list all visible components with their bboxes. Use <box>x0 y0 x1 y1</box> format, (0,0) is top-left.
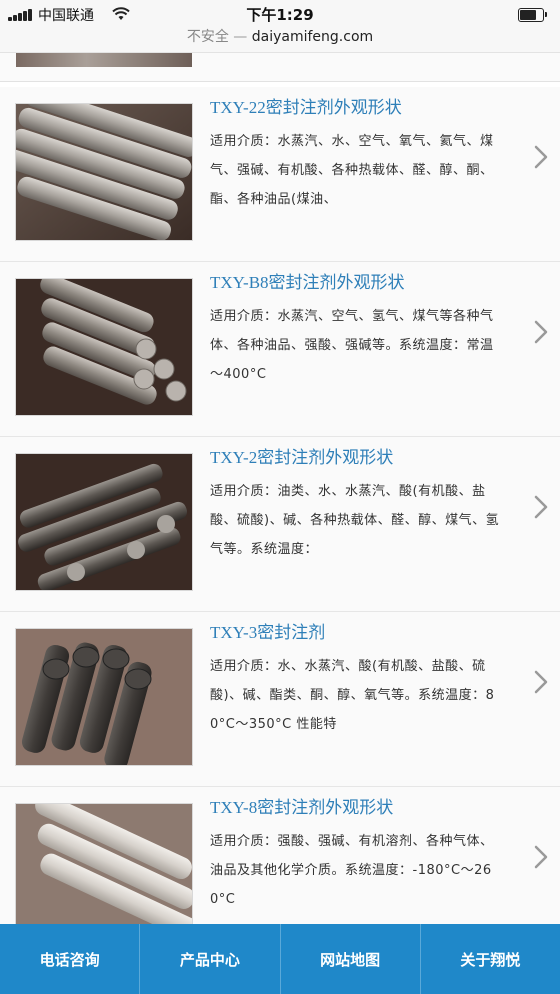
product-list-item[interactable]: TXY-3密封注剂 适用介质：水、水蒸汽、酸(有机酸、盐酸、硫酸)、碱、酯类、酮… <box>0 612 560 787</box>
status-bar: 中国联通 下午1:29 不安全 — daiyamifeng.com <box>0 0 560 53</box>
product-description: 适用介质：水蒸汽、水、空气、氧气、氦气、煤气、强碱、有机酸、各种热载体、醛、醇、… <box>210 134 494 207</box>
product-title[interactable]: TXY-B8密封注剂外观形状 <box>210 268 520 293</box>
chevron-right-icon[interactable] <box>534 145 548 169</box>
product-description: 适用介质：水蒸汽、空气、氢气、煤气等各种气体、各种油品、强酸、强碱等。系统温度：… <box>210 309 494 382</box>
product-title[interactable]: TXY-8密封注剂外观形状 <box>210 793 520 818</box>
product-image <box>15 103 193 241</box>
product-title[interactable]: TXY-2密封注剂外观形状 <box>210 443 520 468</box>
product-description: 适用介质：油类、水、水蒸汽、酸(有机酸、盐酸、硫酸)、碱、各种热载体、醛、醇、煤… <box>210 484 500 557</box>
product-image <box>15 278 193 416</box>
chevron-right-icon[interactable] <box>534 495 548 519</box>
chevron-right-icon[interactable] <box>534 845 548 869</box>
clock: 下午1:29 <box>246 6 314 24</box>
product-image <box>15 628 193 766</box>
product-list-item[interactable]: TXY-B8密封注剂外观形状 适用介质：水蒸汽、空气、氢气、煤气等各种气体、各种… <box>0 262 560 437</box>
battery-icon <box>518 8 547 22</box>
nav-product-center[interactable]: 产品中心 <box>140 924 281 994</box>
list-item-partial[interactable] <box>0 53 560 82</box>
product-description: 适用介质：强酸、强碱、有机溶剂、各种气体、油品及其他化学介质。系统温度：-180… <box>210 834 494 907</box>
chevron-right-icon[interactable] <box>534 670 548 694</box>
url-separator: — <box>233 29 248 45</box>
url-text: daiyamifeng.com <box>251 29 374 45</box>
product-list-item[interactable]: TXY-8密封注剂外观形状 适用介质：强酸、强碱、有机溶剂、各种气体、油品及其他… <box>0 787 560 926</box>
product-list-item[interactable]: TXY-22密封注剂外观形状 适用介质：水蒸汽、水、空气、氧气、氦气、煤气、强碱… <box>0 87 560 262</box>
chevron-right-icon[interactable] <box>534 320 548 344</box>
product-image <box>15 803 193 926</box>
nav-about[interactable]: 关于翔悦 <box>421 924 560 994</box>
nav-phone-consult[interactable]: 电话咨询 <box>0 924 141 994</box>
product-thumbnail <box>16 53 192 67</box>
security-label: 不安全 <box>186 29 229 45</box>
product-description: 适用介质：水、水蒸汽、酸(有机酸、盐酸、硫酸)、碱、酯类、酮、醇、氧气等。系统温… <box>210 659 495 732</box>
product-title[interactable]: TXY-3密封注剂 <box>210 618 520 643</box>
product-image <box>15 453 193 591</box>
product-list-item[interactable]: TXY-2密封注剂外观形状 适用介质：油类、水、水蒸汽、酸(有机酸、盐酸、硫酸)… <box>0 437 560 612</box>
url-bar[interactable]: 不安全 — daiyamifeng.com <box>0 26 560 46</box>
product-title[interactable]: TXY-22密封注剂外观形状 <box>210 93 520 118</box>
nav-site-map[interactable]: 网站地图 <box>281 924 421 994</box>
bottom-nav: 电话咨询 产品中心 网站地图 关于翔悦 <box>0 924 560 994</box>
